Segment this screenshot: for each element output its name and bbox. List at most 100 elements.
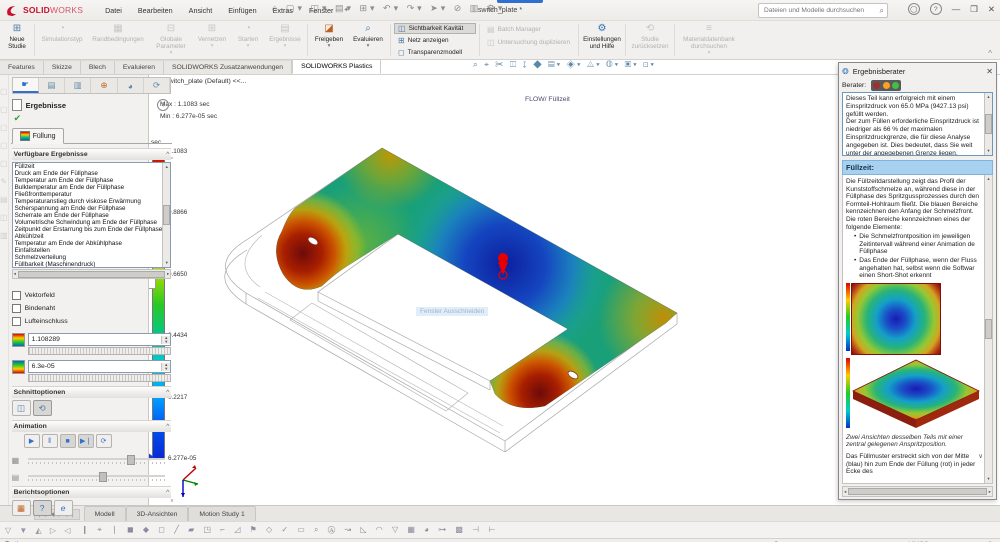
account-icon[interactable]: ◯ bbox=[907, 3, 920, 15]
result-item[interactable]: Füllzeit bbox=[13, 163, 163, 170]
max-value-field[interactable]: 1.108289 ▲ ▼ bbox=[27, 333, 172, 346]
cavity-visibility-button[interactable]: ◫ Sichtbarkeit Kavität bbox=[394, 23, 476, 34]
scroll-right-icon[interactable]: ▸ bbox=[989, 489, 991, 495]
search-input[interactable] bbox=[762, 6, 880, 15]
view-tab[interactable]: Motion Study 1 bbox=[188, 506, 256, 521]
help-icon[interactable]: ? bbox=[157, 99, 170, 111]
result-item[interactable]: Volumetrische Schwindung am Ende der Fül… bbox=[13, 219, 163, 226]
min-value-slider[interactable] bbox=[27, 374, 172, 382]
property-manager-tab-icon[interactable]: ▤ bbox=[39, 78, 66, 93]
ribbon-collapse-icon[interactable]: ^ bbox=[988, 49, 992, 58]
advisor-description-area[interactable]: Die Füllzeitdarstellung zeigt das Profil… bbox=[842, 175, 993, 484]
property-manager-tab-icon[interactable]: ⊕ bbox=[91, 78, 118, 93]
scroll-up-icon[interactable]: ▴ bbox=[987, 176, 989, 182]
advisor-summary-box[interactable]: Dieses Teil kann erfolgreich mit einem E… bbox=[842, 92, 993, 156]
maximize-button[interactable]: ❒ bbox=[970, 4, 978, 15]
animation-button[interactable]: ⟳ bbox=[95, 434, 112, 448]
panel-scroll-up-icon[interactable]: ^ bbox=[171, 157, 173, 163]
scroll-left-icon[interactable]: ◂ bbox=[14, 271, 16, 277]
share-button[interactable]: ◪ Freigeben ▾ bbox=[310, 21, 348, 59]
property-manager-tab-icon[interactable]: ⟳ bbox=[144, 78, 171, 93]
horizontal-scrollbar[interactable]: ◂ ▸ bbox=[11, 269, 172, 279]
result-item[interactable]: Schmelzverteilung bbox=[13, 254, 163, 261]
horizontal-scrollbar[interactable]: ◂ ▸ bbox=[842, 486, 993, 497]
scroll-down-icon[interactable]: ▾ bbox=[166, 260, 168, 266]
scroll-thumb[interactable] bbox=[163, 205, 171, 225]
property-manager-tab-icon[interactable]: ◕ bbox=[118, 78, 144, 93]
result-item[interactable]: Druck am Ende der Füllphase bbox=[13, 170, 163, 177]
command-tab[interactable]: SOLIDWORKS Zusatzanwendungen bbox=[164, 60, 293, 74]
scroll-thumb[interactable] bbox=[848, 488, 987, 495]
vertical-scrollbar[interactable]: ▴ ▾ bbox=[984, 93, 992, 155]
fill-tab[interactable]: Füllung bbox=[11, 128, 64, 144]
menu-item[interactable]: Einfügen bbox=[220, 6, 264, 15]
menu-item[interactable]: Ansicht bbox=[181, 6, 221, 15]
scroll-right-icon[interactable]: ▸ bbox=[167, 271, 169, 277]
minimize-button[interactable]: — bbox=[952, 4, 961, 14]
web-report-icon[interactable]: e bbox=[53, 500, 73, 516]
result-item[interactable]: Scherspannung am Ende der Füllphase bbox=[13, 205, 163, 212]
filter-tool-icons[interactable]: ❙ ⌖ ❘ ◼ ◆ ◻ ╱ ▰ ◳ ⌐ ◿ ⚑ ◇ ✓ ▭ ⌕ Ⓐ ↝ ◺ ◠ … bbox=[81, 525, 498, 535]
property-manager-tab-icon[interactable]: ☛ bbox=[12, 78, 39, 93]
speed-slider[interactable] bbox=[27, 472, 166, 482]
show-mesh-button[interactable]: ⊞ Netz anzeigen bbox=[394, 35, 476, 46]
collapse-icon[interactable]: ^ bbox=[166, 151, 169, 158]
report-options-header[interactable]: Berichtsoptionen ^ bbox=[11, 486, 172, 498]
quick-access-toolbar[interactable]: ⌂ ▢▾ ◫▾ ▤▾ ⊞▾ ↶▾ ↷▾ ➤▾ ⊘ ▥ ⚙▾ bbox=[272, 3, 505, 14]
max-value-slider[interactable] bbox=[27, 347, 172, 355]
scroll-left-icon[interactable]: ◂ bbox=[844, 489, 846, 495]
checkbox[interactable] bbox=[11, 291, 21, 300]
transparent-model-button[interactable]: ◻ Transparenzmodell bbox=[394, 47, 476, 58]
clipping-flip-icon[interactable]: ⟲ bbox=[32, 400, 52, 416]
min-value-field[interactable]: 6.3e-05 ▲ ▼ bbox=[27, 360, 172, 373]
new-study-button[interactable]: ⊞ Neue Studie bbox=[2, 21, 32, 59]
scroll-up-icon[interactable]: ▴ bbox=[166, 164, 168, 170]
result-item[interactable]: Temperatur am Ende der Füllphase bbox=[13, 177, 163, 184]
collapse-icon[interactable]: ^ bbox=[166, 423, 169, 430]
result-item[interactable]: Temperatur am Ende der Abkühlphase bbox=[13, 240, 163, 247]
advisor-title-bar[interactable]: ❂ Ergebnisberater ✕ bbox=[842, 65, 993, 78]
evaluate-button[interactable]: ⌕ Evaluieren ▾ bbox=[348, 21, 388, 59]
available-results-header[interactable]: Verfügbare Ergebnisse ^ bbox=[11, 148, 172, 160]
result-item[interactable]: Bulktemperatur am Ende der Füllphase bbox=[13, 184, 163, 191]
report-help-icon[interactable]: ? bbox=[32, 500, 52, 516]
search-icon[interactable]: ⌕ bbox=[880, 6, 884, 16]
animation-button[interactable]: ▶ bbox=[23, 434, 40, 448]
command-tab[interactable]: Features bbox=[0, 60, 44, 74]
spinner-arrows[interactable]: ▲ ▼ bbox=[161, 335, 171, 344]
help-icon[interactable]: ? bbox=[929, 3, 942, 15]
command-tab[interactable]: Blech bbox=[80, 60, 115, 74]
property-manager-tab-icon[interactable]: ▥ bbox=[65, 78, 92, 93]
animation-button[interactable]: ‖ bbox=[41, 434, 58, 448]
result-item[interactable]: Temperaturanstieg durch viskose Erwärmun… bbox=[13, 198, 163, 205]
animation-button[interactable]: ■ bbox=[59, 434, 76, 448]
result-item[interactable]: Zeitpunkt der Erstarrung bis zum Ende de… bbox=[13, 226, 163, 233]
settings-help-button[interactable]: ⚙ Einstellungen und Hilfe bbox=[581, 21, 623, 59]
command-tab[interactable]: SOLIDWORKS Plastics bbox=[292, 59, 382, 74]
chevron-down-icon[interactable]: ∨ bbox=[978, 453, 983, 460]
result-item[interactable]: Füllbarkeit (Maschinendruck) bbox=[13, 261, 163, 267]
animation-button[interactable]: ▶❘ bbox=[77, 434, 94, 448]
clipping-plane-icon[interactable]: ◫ bbox=[11, 400, 31, 416]
checkbox[interactable] bbox=[11, 317, 21, 326]
checkbox-row[interactable]: Vektorfeld bbox=[11, 289, 172, 302]
scroll-thumb[interactable] bbox=[985, 319, 992, 339]
panel-scroll-down-icon[interactable]: v bbox=[171, 498, 174, 504]
vertical-scrollbar[interactable]: ▴ ▾ bbox=[984, 175, 992, 483]
command-tab[interactable]: Evaluieren bbox=[114, 60, 164, 74]
checkbox-row[interactable]: Bindenaht bbox=[11, 302, 172, 315]
ok-check-icon[interactable]: ✔ bbox=[14, 113, 172, 125]
result-item[interactable]: Abkühlzeit bbox=[13, 233, 163, 240]
command-tab[interactable]: Skizze bbox=[43, 60, 81, 74]
filter-icons[interactable]: ▽ ▼ ◭ ▷ ◁ bbox=[5, 526, 73, 535]
collapse-icon[interactable]: ^ bbox=[166, 389, 169, 396]
menu-item[interactable]: Datei bbox=[97, 6, 130, 15]
spinner-arrows[interactable]: ▲ ▼ bbox=[161, 362, 171, 371]
clipping-options-header[interactable]: Schnittoptionen ^ bbox=[11, 386, 172, 398]
checkbox[interactable] bbox=[11, 304, 21, 313]
scroll-thumb[interactable] bbox=[17, 270, 165, 278]
animation-header[interactable]: Animation ^ bbox=[11, 420, 172, 432]
result-item[interactable]: Einfallstellen bbox=[13, 247, 163, 254]
close-button[interactable]: ✕ bbox=[988, 4, 995, 15]
result-item[interactable]: Fließfronttemperatur bbox=[13, 191, 163, 198]
